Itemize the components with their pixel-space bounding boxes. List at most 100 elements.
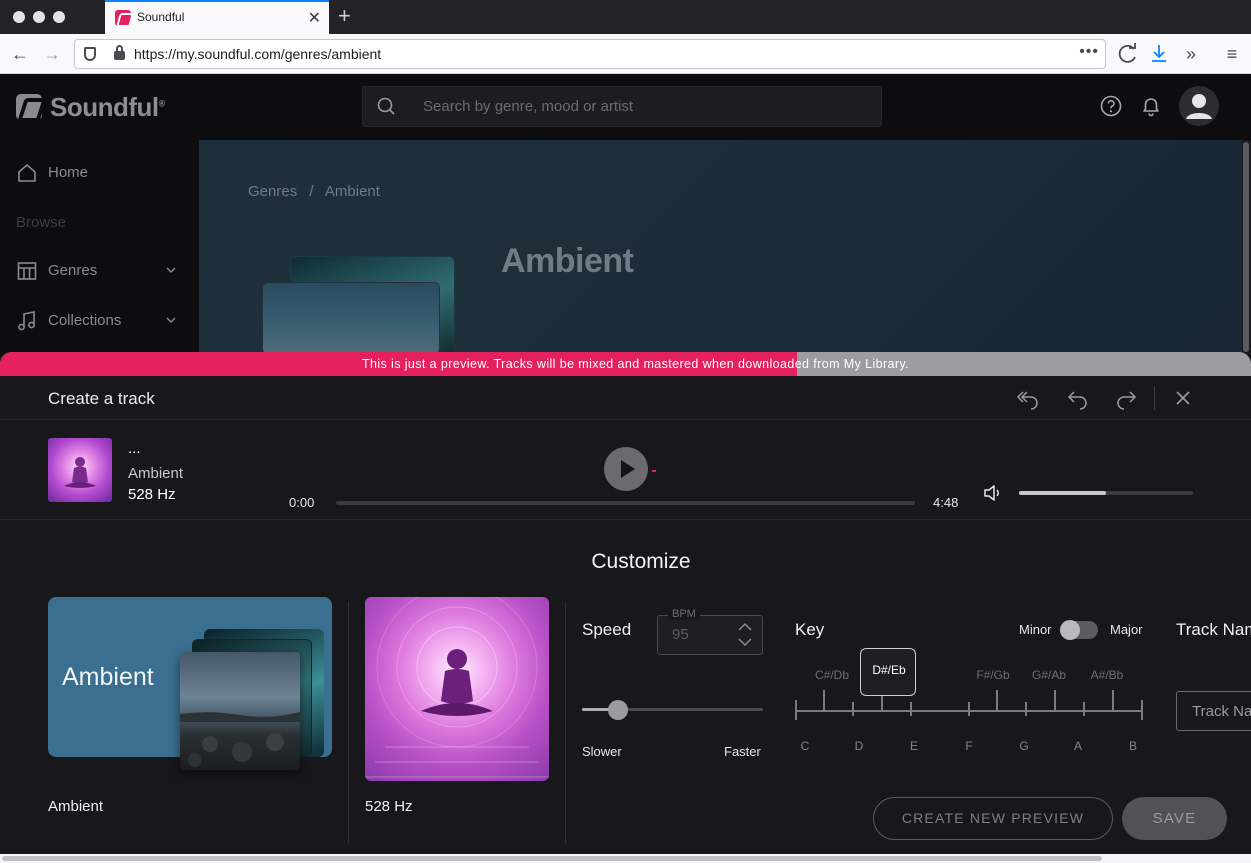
lock-icon[interactable] bbox=[114, 45, 125, 60]
speed-faster-label: Faster bbox=[724, 744, 761, 759]
volume-slider[interactable] bbox=[1019, 491, 1193, 495]
key-option-g[interactable]: G bbox=[1019, 739, 1028, 753]
logo-text: Soundful bbox=[50, 92, 159, 122]
sidebar-section-browse: Browse bbox=[16, 214, 67, 231]
key-tick bbox=[852, 702, 854, 716]
window-close-button[interactable] bbox=[13, 11, 25, 23]
breadcrumb-separator: / bbox=[309, 183, 314, 200]
key-option-f-sharp[interactable]: F#/Gb bbox=[976, 668, 1009, 682]
overflow-icon[interactable]: » bbox=[1177, 40, 1205, 68]
user-avatar[interactable] bbox=[1179, 86, 1219, 126]
soundful-favicon-icon bbox=[115, 10, 131, 26]
current-time: 0:00 bbox=[289, 495, 315, 510]
soundful-logo-icon[interactable] bbox=[16, 94, 42, 120]
url-text[interactable]: https://my.soundful.com/genres/ambient bbox=[134, 46, 381, 62]
url-bar[interactable]: https://my.soundful.com/genres/ambient •… bbox=[74, 39, 1106, 69]
key-option-c[interactable]: C bbox=[801, 739, 810, 753]
notifications-bell-icon[interactable] bbox=[1139, 94, 1163, 118]
genre-name: Ambient bbox=[48, 798, 104, 815]
key-option-a[interactable]: A bbox=[1074, 739, 1082, 753]
window-minimize-button[interactable] bbox=[33, 11, 45, 23]
chevron-down-icon[interactable] bbox=[166, 315, 176, 325]
downloads-icon[interactable] bbox=[1145, 40, 1173, 68]
tab-title: Soundful bbox=[137, 10, 185, 24]
speed-label: Speed bbox=[582, 620, 632, 639]
key-tick bbox=[1141, 700, 1143, 720]
back-icon[interactable]: ← bbox=[6, 40, 34, 68]
play-button[interactable] bbox=[604, 447, 648, 491]
speed-slower-label: Slower bbox=[582, 744, 622, 759]
key-option-e[interactable]: E bbox=[910, 739, 918, 753]
key-option-c-sharp[interactable]: C#/Db bbox=[815, 668, 849, 682]
bpm-stepper[interactable]: BPM 95 bbox=[657, 608, 763, 655]
sidebar-item-home[interactable]: Home bbox=[16, 160, 176, 186]
sidebar-item-collections[interactable]: Collections bbox=[16, 308, 176, 334]
key-option-d-sharp-selected[interactable]: D#/Eb bbox=[860, 648, 916, 696]
tracking-shield-icon[interactable] bbox=[84, 47, 96, 61]
redo-icon[interactable] bbox=[1114, 386, 1138, 410]
key-option-b[interactable]: B bbox=[1129, 739, 1137, 753]
forward-icon[interactable]: → bbox=[38, 40, 66, 68]
track-name-label: Track Name bbox=[1176, 620, 1251, 639]
hero-artwork-front bbox=[262, 282, 440, 355]
key-option-f[interactable]: F bbox=[965, 739, 972, 753]
key-tick bbox=[1054, 690, 1056, 710]
save-button[interactable]: SAVE bbox=[1122, 797, 1227, 840]
volume-level bbox=[1019, 491, 1106, 495]
chevron-up-icon[interactable] bbox=[738, 622, 752, 632]
key-selector: C#/Db D#/Eb F#/Gb G#/Ab A#/Bb C D E F G … bbox=[795, 648, 1143, 758]
key-option-d[interactable]: D bbox=[855, 739, 864, 753]
track-name-input[interactable] bbox=[1176, 691, 1251, 731]
major-label: Major bbox=[1110, 622, 1143, 637]
chevron-down-icon[interactable] bbox=[738, 637, 752, 647]
genre-hero: Genres / Ambient Ambient bbox=[199, 140, 1242, 356]
key-label: Key bbox=[795, 620, 825, 639]
horizontal-scrollbar[interactable] bbox=[0, 854, 1251, 863]
breadcrumb-genres[interactable]: Genres bbox=[248, 183, 297, 200]
horizontal-scrollbar-thumb[interactable] bbox=[2, 856, 1102, 861]
search-box[interactable] bbox=[362, 86, 882, 127]
track-artwork bbox=[48, 438, 112, 502]
sidebar-item-label: Collections bbox=[48, 312, 122, 329]
variant-artwork[interactable] bbox=[365, 597, 549, 781]
sidebar-item-genres[interactable]: Genres bbox=[16, 258, 176, 284]
key-option-g-sharp[interactable]: G#/Ab bbox=[1032, 668, 1066, 682]
key-tick bbox=[1083, 702, 1085, 716]
help-icon[interactable] bbox=[1099, 94, 1123, 118]
track-duration: 4:48 bbox=[933, 495, 959, 510]
page-scrollbar-thumb[interactable] bbox=[1243, 142, 1249, 352]
page-actions-icon[interactable]: ••• bbox=[1079, 43, 1099, 61]
genre-artwork-front bbox=[180, 652, 300, 770]
logo[interactable]: Soundful® bbox=[50, 92, 165, 123]
playback-progress-bar[interactable] bbox=[336, 501, 915, 505]
key-tick bbox=[996, 690, 998, 710]
close-icon[interactable] bbox=[1171, 386, 1195, 410]
key-tick bbox=[1025, 702, 1027, 716]
speed-slider-handle[interactable] bbox=[608, 700, 629, 720]
undo-icon[interactable] bbox=[1066, 386, 1090, 410]
undo-all-icon[interactable] bbox=[1016, 386, 1040, 410]
menu-icon[interactable]: ≡ bbox=[1218, 40, 1246, 68]
bpm-value[interactable]: 95 bbox=[672, 626, 689, 643]
browser-nav-bar: ← → https://my.soundful.com/genres/ambie… bbox=[0, 34, 1251, 74]
customize-title: Customize bbox=[591, 550, 691, 573]
volume-icon[interactable] bbox=[982, 482, 1004, 504]
track-player: ... Ambient 528 Hz 0:00 4:48 bbox=[0, 420, 1251, 520]
close-tab-icon[interactable]: ✕ bbox=[308, 8, 321, 28]
create-new-preview-button[interactable]: CREATE NEW PREVIEW bbox=[873, 797, 1113, 840]
sidebar-item-label: Home bbox=[48, 164, 89, 181]
chevron-down-icon[interactable] bbox=[166, 265, 176, 275]
key-tick bbox=[795, 700, 797, 720]
reload-icon[interactable] bbox=[1114, 40, 1142, 68]
mode-toggle[interactable] bbox=[1060, 620, 1098, 640]
new-tab-icon[interactable]: + bbox=[338, 3, 351, 29]
sidebar-item-label: Genres bbox=[48, 262, 98, 279]
key-tick bbox=[823, 690, 825, 710]
search-icon bbox=[377, 97, 395, 115]
key-option-a-sharp[interactable]: A#/Bb bbox=[1091, 668, 1124, 682]
page-title: Ambient bbox=[501, 242, 634, 280]
meditation-figure-icon bbox=[64, 457, 96, 488]
browser-tab[interactable]: Soundful ✕ bbox=[105, 0, 329, 34]
search-input[interactable] bbox=[423, 87, 863, 126]
window-zoom-button[interactable] bbox=[53, 11, 65, 23]
